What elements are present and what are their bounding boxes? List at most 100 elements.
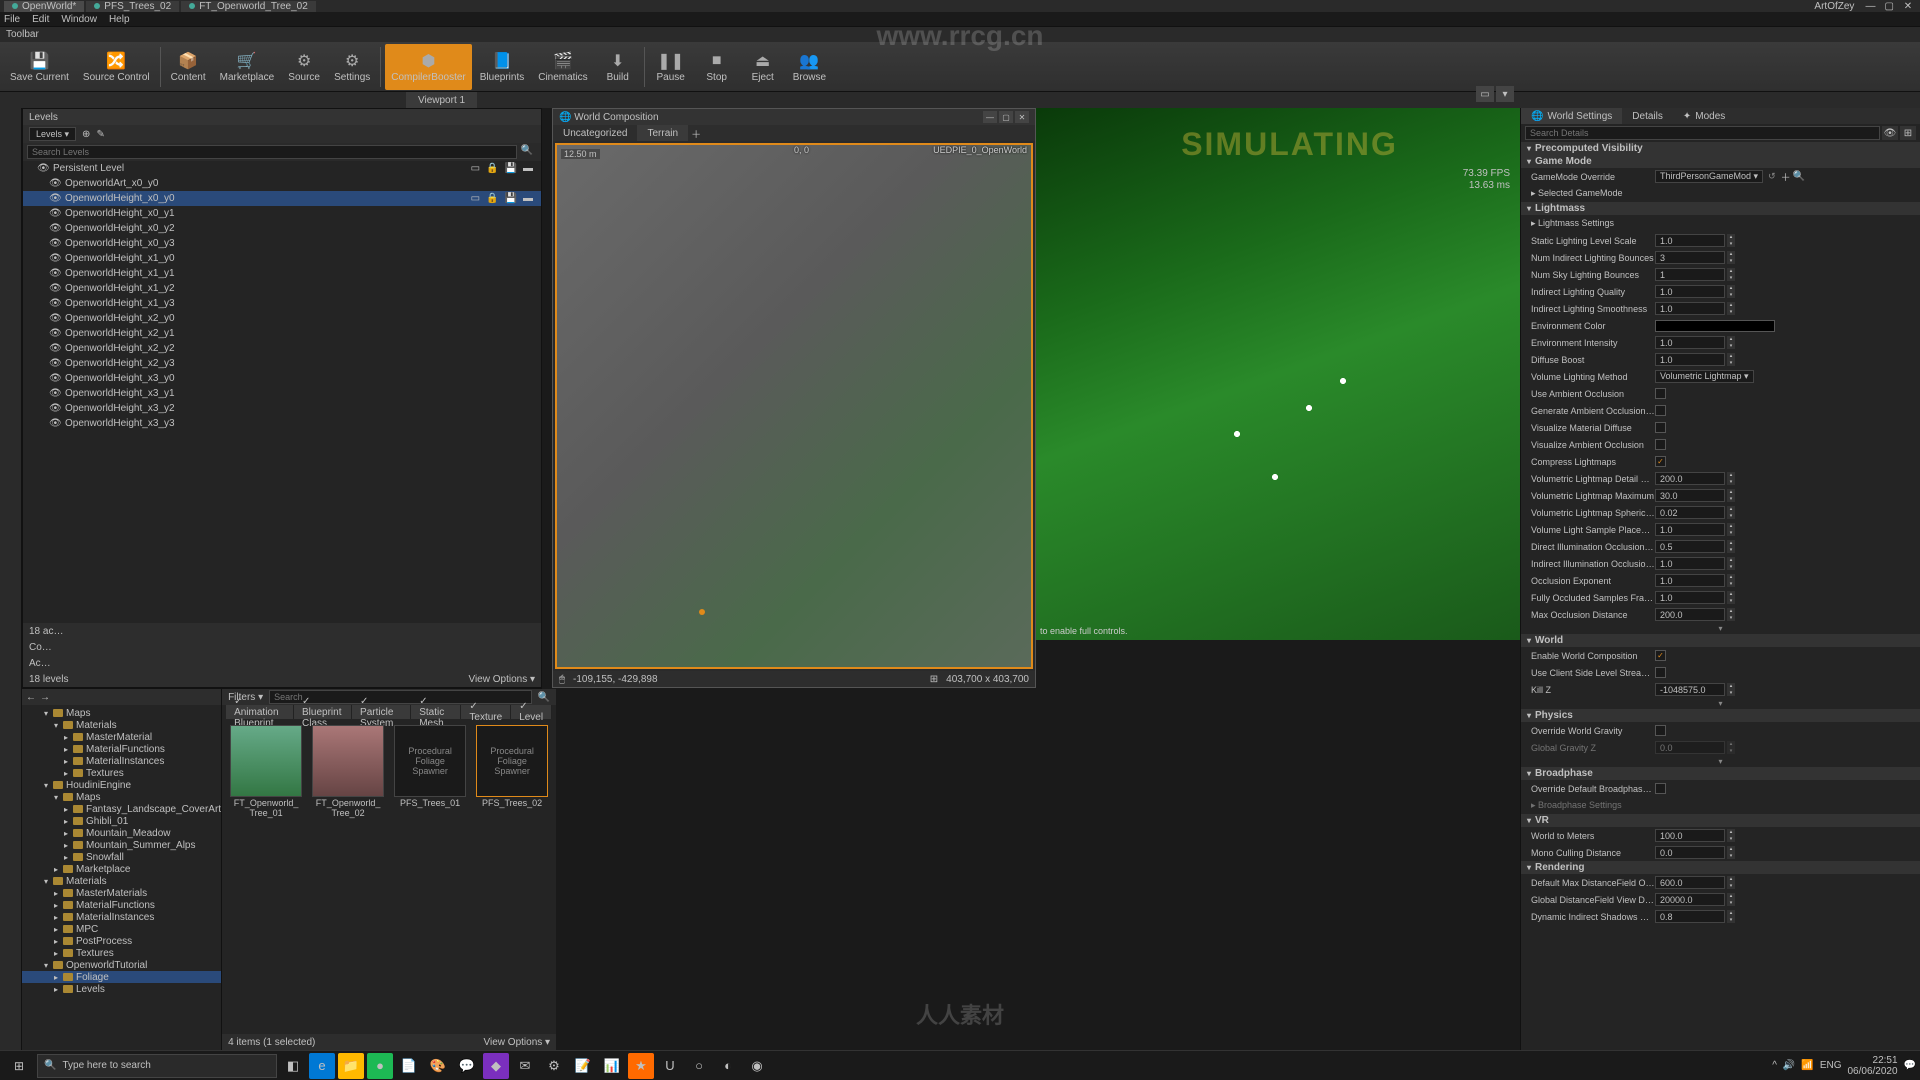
taskbar-app-6[interactable]: 💬: [454, 1053, 480, 1079]
levels-details-icon[interactable]: ✎: [96, 129, 104, 140]
start-button[interactable]: ⊞: [4, 1053, 34, 1079]
taskbar-app-15[interactable]: ◐: [715, 1053, 741, 1079]
menu-edit[interactable]: Edit: [32, 14, 49, 25]
toolbar-source-control[interactable]: 🔀Source Control: [77, 44, 156, 90]
eye-icon[interactable]: 👁: [49, 253, 61, 264]
value-input[interactable]: 1.0: [1655, 591, 1725, 604]
level-save-icon[interactable]: 💾: [505, 193, 517, 204]
folder-materialinstances[interactable]: ▸MaterialInstances: [22, 911, 221, 923]
category-rendering[interactable]: ▾Rendering: [1521, 861, 1920, 874]
notifications-icon[interactable]: 💬: [1904, 1060, 1916, 1071]
titlebar-tab-2[interactable]: FT_Openworld_Tree_02: [181, 1, 316, 12]
folder-materialfunctions[interactable]: ▸MaterialFunctions: [22, 743, 221, 755]
taskbar-app-2[interactable]: 📁: [338, 1053, 364, 1079]
tab-modes[interactable]: ✦ Modes: [1673, 108, 1735, 124]
tray-network-icon[interactable]: 📶: [1801, 1060, 1813, 1071]
levels-search-input[interactable]: [27, 145, 517, 159]
level-row[interactable]: 👁OpenworldHeight_x1_y1: [23, 266, 541, 281]
value-checkbox[interactable]: [1655, 388, 1666, 399]
wc-map-view[interactable]: 12.50 m 0, 0 UEDPIE_0_OpenWorld: [555, 143, 1033, 669]
eye-icon[interactable]: 👁: [49, 238, 61, 249]
value-checkbox[interactable]: [1655, 725, 1666, 736]
level-row[interactable]: 👁OpenworldHeight_x1_y0: [23, 251, 541, 266]
toolbar-blueprints[interactable]: 📘Blueprints: [474, 44, 530, 90]
value-select[interactable]: Volumetric Lightmap ▾: [1655, 370, 1754, 383]
value-input[interactable]: 1.0: [1655, 353, 1725, 366]
level-row[interactable]: 👁OpenworldHeight_x1_y3: [23, 296, 541, 311]
cb-back-icon[interactable]: ←: [26, 692, 36, 703]
toolbar-stop[interactable]: ■Stop: [695, 44, 739, 90]
level-kinematic-icon[interactable]: ▭: [471, 193, 480, 204]
taskbar-app-11[interactable]: 📊: [599, 1053, 625, 1079]
value-input[interactable]: 1.0: [1655, 574, 1725, 587]
main-viewport[interactable]: ▭ ▾ SIMULATING 73.39 FPS13.63 ms to enab…: [1036, 108, 1520, 640]
folder-fantasy-landscape-coverart[interactable]: ▸Fantasy_Landscape_CoverArt: [22, 803, 221, 815]
asset-pfs_trees_01[interactable]: Procedural Foliage SpawnerPFS_Trees_01: [392, 725, 468, 809]
taskbar-app-4[interactable]: 📄: [396, 1053, 422, 1079]
toolbar-settings[interactable]: ⚙Settings: [328, 44, 376, 90]
wc-minimize-icon[interactable]: —: [983, 111, 997, 123]
tray-expand-icon[interactable]: ^: [1772, 1060, 1777, 1071]
taskbar-app-16[interactable]: ◉: [744, 1053, 770, 1079]
level-row[interactable]: 👁OpenworldHeight_x3_y2: [23, 401, 541, 416]
eye-icon[interactable]: 👁: [49, 343, 61, 354]
eye-icon[interactable]: 👁: [49, 283, 61, 294]
level-row[interactable]: 👁OpenworldHeight_x0_y0▭🔒💾▬: [23, 191, 541, 206]
level-row[interactable]: 👁OpenworldHeight_x2_y1: [23, 326, 541, 341]
category-game-mode[interactable]: ▾Game Mode: [1521, 155, 1920, 168]
folder-textures[interactable]: ▸Textures: [22, 947, 221, 959]
titlebar-tab-0[interactable]: OpenWorld*: [4, 1, 84, 12]
folder-mountain-meadow[interactable]: ▸Mountain_Meadow: [22, 827, 221, 839]
cb-fwd-icon[interactable]: →: [40, 692, 50, 703]
tab-world-settings[interactable]: 🌐 World Settings: [1521, 108, 1622, 124]
asset-ft_openworld_tree_02[interactable]: FT_Openworld_Tree_02: [310, 725, 386, 819]
eye-icon[interactable]: 👁: [49, 388, 61, 399]
tray-lang[interactable]: ENG: [1820, 1060, 1842, 1071]
menu-file[interactable]: File: [4, 14, 20, 25]
category-vr[interactable]: ▾VR: [1521, 814, 1920, 827]
expand-arrow-icon[interactable]: ▾: [1521, 756, 1920, 767]
toolbar-cinematics[interactable]: 🎬Cinematics: [532, 44, 593, 90]
level-row[interactable]: 👁OpenworldHeight_x3_y0: [23, 371, 541, 386]
value-checkbox[interactable]: [1655, 422, 1666, 433]
value-input[interactable]: 30.0: [1655, 489, 1725, 502]
level-row[interactable]: 👁OpenworldHeight_x1_y2: [23, 281, 541, 296]
folder-mastermaterials[interactable]: ▸MasterMaterials: [22, 887, 221, 899]
taskbar-app-5[interactable]: 🎨: [425, 1053, 451, 1079]
reset-icon[interactable]: ↺: [1765, 171, 1779, 182]
value-input[interactable]: 1.0: [1655, 234, 1725, 247]
asset-ft_openworld_tree_01[interactable]: FT_Openworld_Tree_01: [228, 725, 304, 819]
value-input[interactable]: -1048575.0: [1655, 683, 1725, 696]
toolbar-save-current[interactable]: 💾Save Current: [4, 44, 75, 90]
levels-list[interactable]: 👁Persistent Level▭🔒💾▬👁OpenworldArt_x0_y0…: [23, 161, 541, 623]
taskbar-app-7[interactable]: ◆: [483, 1053, 509, 1079]
eye-icon[interactable]: 👁: [49, 268, 61, 279]
eye-icon[interactable]: 👁: [1882, 126, 1898, 140]
taskbar-app-1[interactable]: e: [309, 1053, 335, 1079]
taskbar-app-3[interactable]: ●: [367, 1053, 393, 1079]
value-input[interactable]: 0.0: [1655, 741, 1725, 754]
level-row[interactable]: 👁OpenworldHeight_x0_y2: [23, 221, 541, 236]
details-panel[interactable]: ▾Precomputed Visibility▾Game ModeGameMod…: [1521, 142, 1920, 1050]
value-input[interactable]: 0.0: [1655, 846, 1725, 859]
value-input[interactable]: 200.0: [1655, 608, 1725, 621]
folder-materialinstances[interactable]: ▸MaterialInstances: [22, 755, 221, 767]
level-lock-icon[interactable]: 🔒: [486, 163, 498, 174]
value-checkbox[interactable]: [1655, 405, 1666, 416]
browse-icon[interactable]: 🔍: [1793, 171, 1805, 182]
asset-pfs_trees_02[interactable]: Procedural Foliage SpawnerPFS_Trees_02: [474, 725, 550, 809]
folder-materialfunctions[interactable]: ▸MaterialFunctions: [22, 899, 221, 911]
task-view-icon[interactable]: ◧: [280, 1053, 306, 1079]
wc-maximize-icon[interactable]: ▢: [999, 111, 1013, 123]
menu-window[interactable]: Window: [61, 14, 97, 25]
category-lightmass[interactable]: ▾Lightmass: [1521, 202, 1920, 215]
folder-tree[interactable]: ▾Maps▾Materials▸MasterMaterial▸MaterialF…: [22, 705, 221, 1050]
value-input[interactable]: 200.0: [1655, 472, 1725, 485]
add-icon[interactable]: ＋: [1781, 169, 1791, 184]
titlebar-tab-1[interactable]: PFS_Trees_02: [86, 1, 179, 12]
eye-icon[interactable]: 👁: [49, 328, 61, 339]
level-color-icon[interactable]: ▬: [523, 163, 533, 174]
category-physics[interactable]: ▾Physics: [1521, 709, 1920, 722]
levels-summon-icon[interactable]: ⊕: [82, 129, 90, 140]
wc-tab-terrain[interactable]: Terrain: [637, 125, 688, 141]
